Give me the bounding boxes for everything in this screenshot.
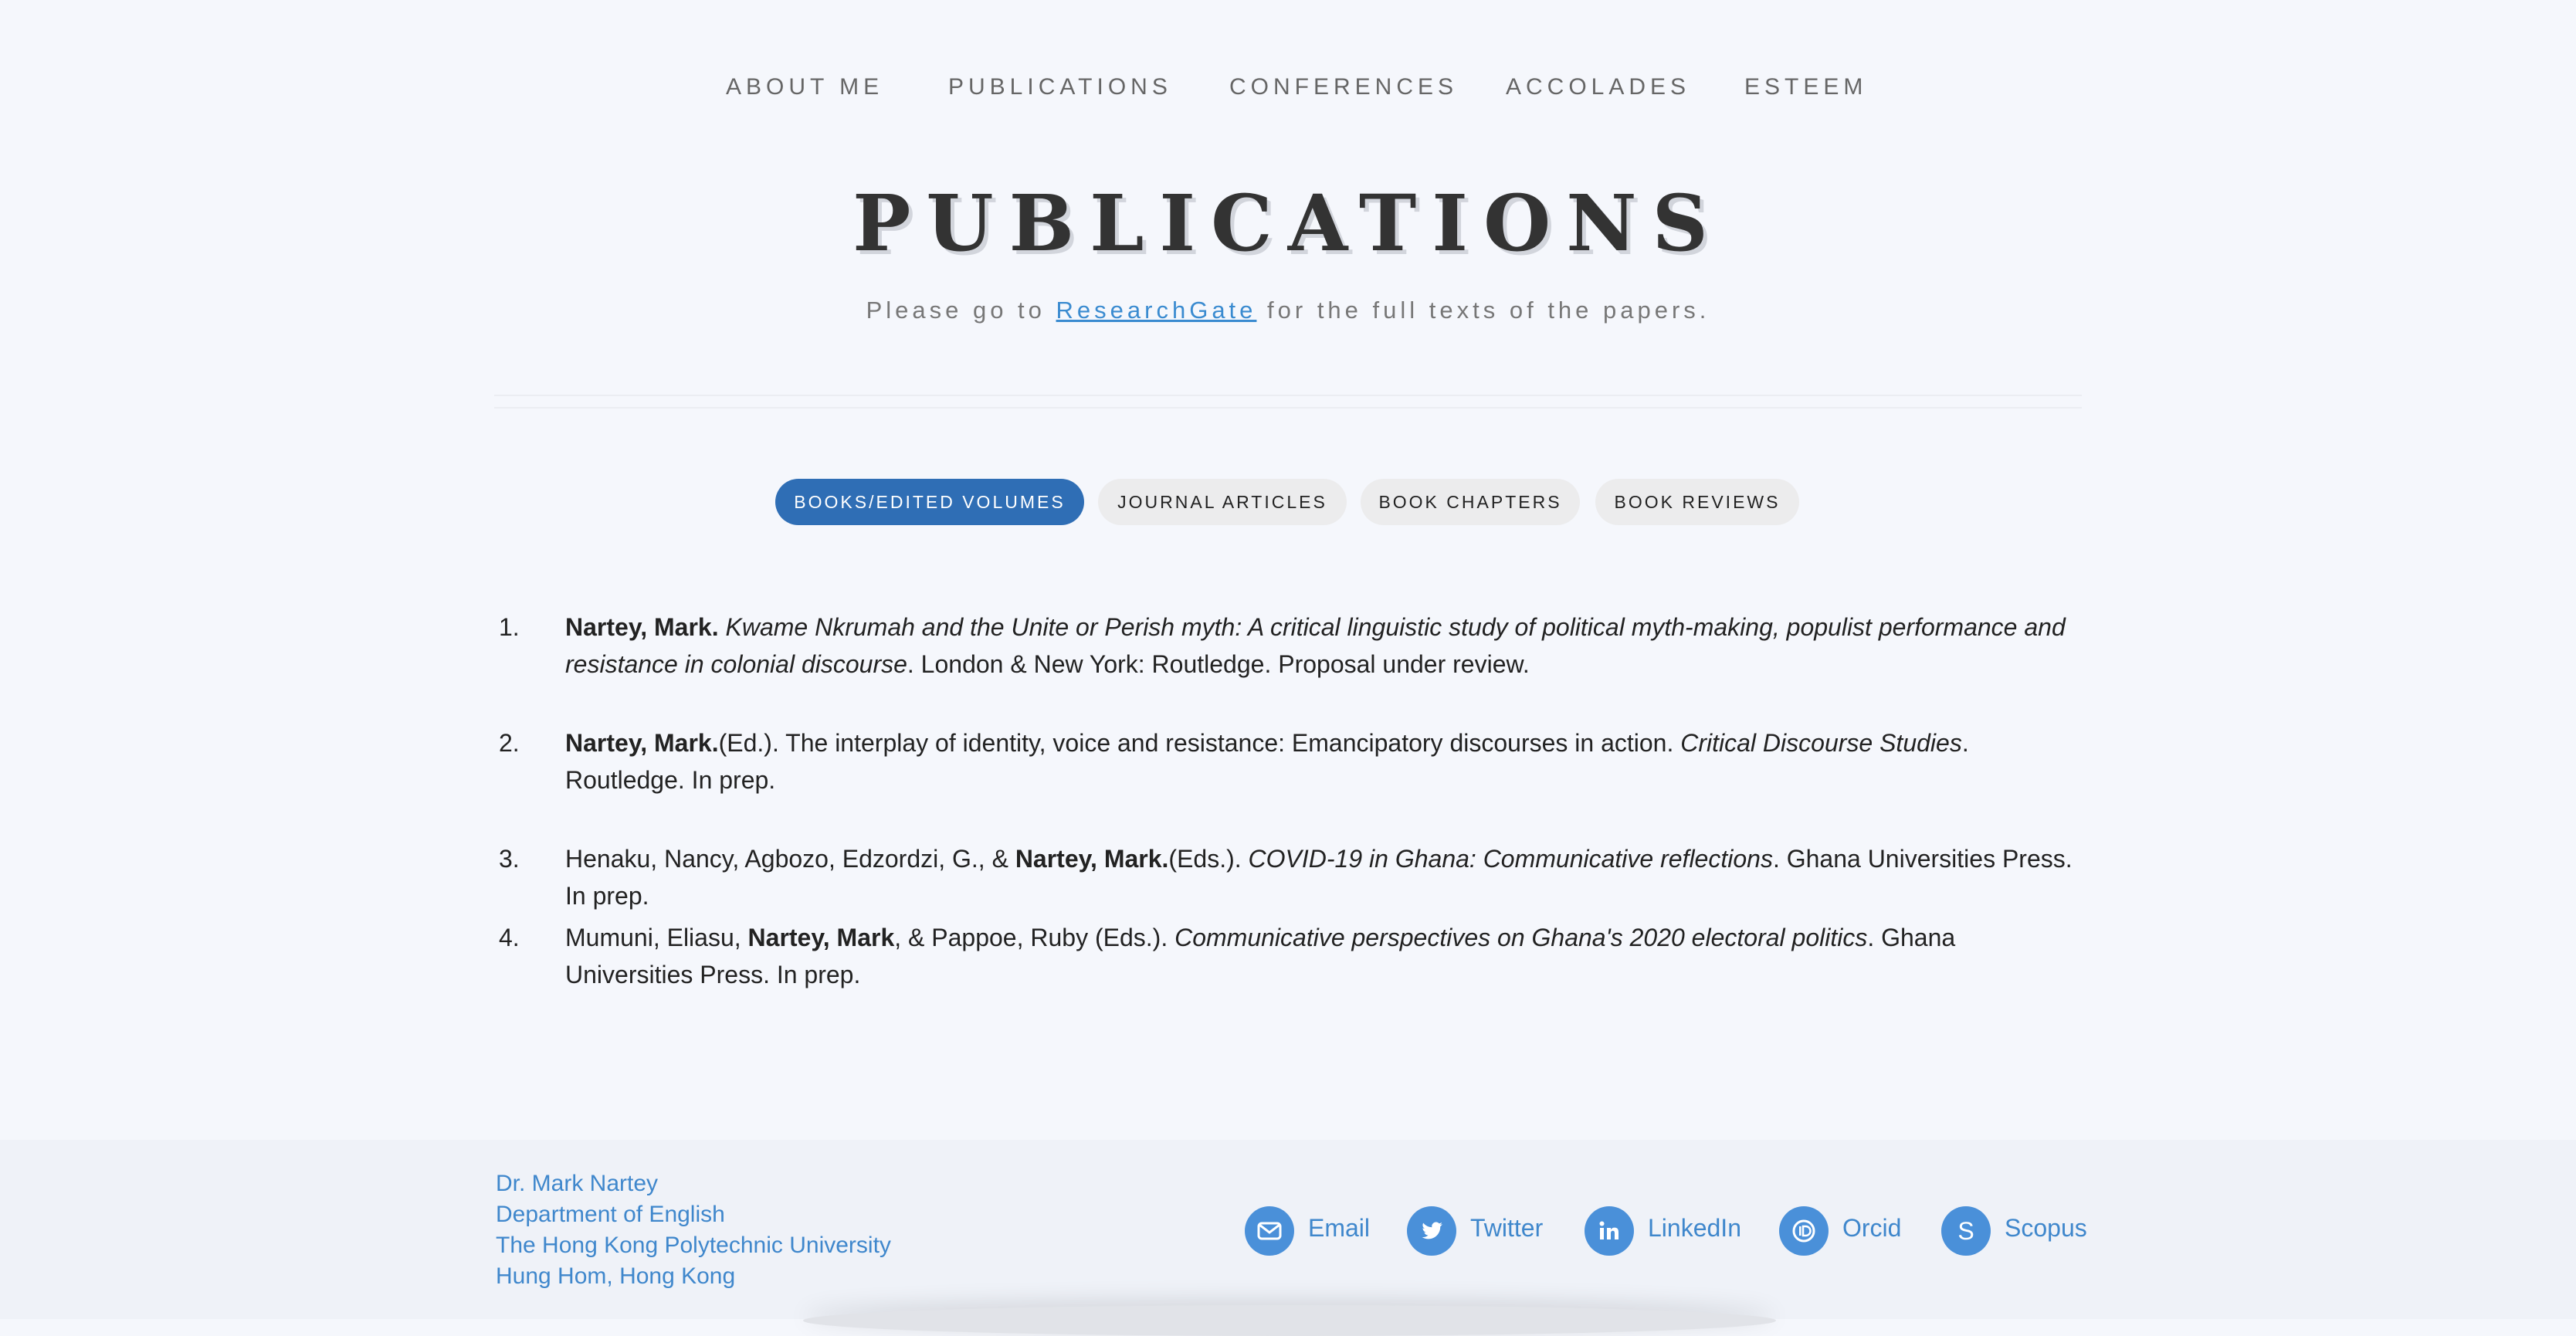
list-item-number: 1. <box>499 613 520 641</box>
tab-book-chapters[interactable]: BOOK CHAPTERS <box>1361 479 1580 525</box>
text-segment: (Ed.). The interplay of identity, voice … <box>718 729 1681 757</box>
address-department: Department of English <box>496 1202 725 1227</box>
nav-conferences[interactable]: CONFERENCES <box>1229 74 1458 100</box>
text-segment: . London & New York: Routledge. Proposal… <box>907 650 1530 678</box>
work-title: Critical Discourse Studies <box>1680 729 1962 757</box>
social-label: Orcid <box>1842 1214 1902 1242</box>
social-label: Email <box>1308 1214 1371 1242</box>
work-title: COVID-19 in Ghana: Communicative reflect… <box>1248 845 1773 873</box>
address-university: The Hong Kong Polytechnic University <box>496 1233 891 1258</box>
author-bold: Nartey, Mark. <box>565 613 719 641</box>
nav-publications[interactable]: PUBLICATIONS <box>948 74 1172 100</box>
text-segment: Mumuni, Eliasu, <box>565 924 748 951</box>
twitter-bird-icon <box>1407 1206 1456 1256</box>
text-segment: (Eds.). <box>1168 845 1249 873</box>
tab-books-edited-volumes[interactable]: BOOKS/EDITED VOLUMES <box>775 479 1084 525</box>
list-item-number: 2. <box>499 729 520 757</box>
address-name: Dr. Mark Nartey <box>496 1171 659 1196</box>
list-item-text: Nartey, Mark. Kwame Nkrumah and the Unit… <box>565 609 2074 683</box>
work-title: Communicative perspectives on Ghana's 20… <box>1174 924 1868 951</box>
researchgate-link[interactable]: ResearchGate <box>1056 297 1257 324</box>
list-item-text: Henaku, Nancy, Agbozo, Edzordzi, G., & N… <box>565 840 2074 914</box>
address-location: Hung Hom, Hong Kong <box>496 1263 736 1289</box>
page-subtitle: Please go to ResearchGate for the full t… <box>0 297 2576 324</box>
scopus-icon: S <box>1941 1206 1991 1256</box>
author-bold: Nartey, Mark <box>747 924 895 951</box>
bottom-shadow <box>803 1305 1776 1336</box>
text-segment: , & Pappoe, Ruby (Eds.). <box>894 924 1175 951</box>
nav-about-me[interactable]: ABOUT ME <box>726 74 883 100</box>
text-segment <box>719 613 726 641</box>
envelope-icon <box>1245 1206 1294 1256</box>
subtitle-text-post: for the full texts of the papers. <box>1256 297 1710 324</box>
nav-accolades[interactable]: ACCOLADES <box>1506 74 1690 100</box>
divider <box>494 395 2082 396</box>
author-bold: Nartey, Mark. <box>565 729 719 757</box>
list-item-number: 4. <box>499 924 520 951</box>
social-label: Twitter <box>1470 1214 1544 1242</box>
text-segment: Henaku, Nancy, Agbozo, Edzordzi, G., & <box>565 845 1015 873</box>
linkedin-icon <box>1585 1206 1634 1256</box>
list-item-text: Nartey, Mark.(Ed.). The interplay of ide… <box>565 724 2074 799</box>
social-label: LinkedIn <box>1648 1214 1741 1242</box>
divider <box>494 407 2082 409</box>
nav-esteem[interactable]: ESTEEM <box>1744 74 1867 100</box>
tab-journal-articles[interactable]: JOURNAL ARTICLES <box>1098 479 1347 525</box>
list-item-text: Mumuni, Eliasu, Nartey, Mark, & Pappoe, … <box>565 919 2074 993</box>
social-label: Scopus <box>2005 1214 2087 1242</box>
page-title: PUBLICATIONS <box>852 178 1724 269</box>
tab-book-reviews[interactable]: BOOK REVIEWS <box>1595 479 1799 525</box>
list-item-number: 3. <box>499 845 520 873</box>
author-bold: Nartey, Mark. <box>1015 845 1169 873</box>
subtitle-text-pre: Please go to <box>866 297 1056 324</box>
orcid-icon <box>1779 1206 1829 1256</box>
